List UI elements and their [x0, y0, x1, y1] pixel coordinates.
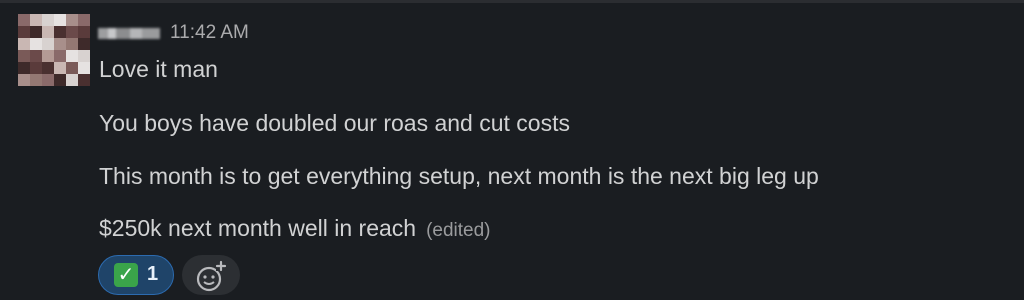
avatar-pixel [30, 14, 42, 26]
avatar-pixel [78, 62, 90, 74]
name-blur-block [142, 28, 160, 39]
avatar-pixel [78, 14, 90, 26]
reaction-check-button[interactable]: ✓ 1 [98, 255, 174, 295]
avatar-pixel [78, 50, 90, 62]
avatar-pixel [42, 74, 54, 86]
avatar-pixel [30, 26, 42, 38]
avatar-pixel [66, 74, 78, 86]
avatar-pixel [42, 38, 54, 50]
avatar-pixel [30, 38, 42, 50]
top-divider [0, 0, 1024, 3]
avatar-pixel [78, 74, 90, 86]
avatar-pixel [18, 74, 30, 86]
message-line-last: $250k next month well in reach (edited) [99, 215, 491, 242]
message-line: This month is to get everything setup, n… [99, 163, 819, 189]
avatar-pixel [18, 38, 30, 50]
avatar[interactable] [18, 14, 90, 86]
avatar-pixel [54, 50, 66, 62]
name-blur-block [98, 28, 108, 39]
avatar-pixel [18, 50, 30, 62]
avatar-pixel [42, 26, 54, 38]
avatar-pixel [42, 50, 54, 62]
avatar-pixel [18, 26, 30, 38]
avatar-pixel [30, 50, 42, 62]
avatar-pixel [66, 14, 78, 26]
avatar-pixel [54, 26, 66, 38]
avatar-pixel [78, 38, 90, 50]
avatar-pixel [18, 14, 30, 26]
message-timestamp[interactable]: 11:42 AM [170, 22, 249, 44]
avatar-pixel [54, 62, 66, 74]
avatar-pixel [66, 62, 78, 74]
avatar-pixel [42, 62, 54, 74]
name-blur-block [108, 28, 116, 39]
message-line: Love it man [99, 56, 218, 82]
add-emoji-icon [196, 260, 227, 292]
check-mark-emoji-icon: ✓ [114, 263, 138, 287]
reaction-count: 1 [147, 263, 159, 285]
avatar-pixel [30, 74, 42, 86]
sender-name-redacted[interactable] [98, 25, 160, 42]
avatar-pixel [54, 74, 66, 86]
avatar-pixel [66, 38, 78, 50]
avatar-pixel [30, 62, 42, 74]
name-blur-block [130, 28, 142, 39]
edited-label: (edited) [426, 220, 491, 241]
name-blur-block [116, 28, 130, 39]
avatar-pixel [42, 14, 54, 26]
add-reaction-button[interactable] [182, 255, 240, 295]
avatar-pixel [18, 62, 30, 74]
avatar-pixel [78, 26, 90, 38]
avatar-pixel [66, 26, 78, 38]
avatar-pixel [54, 14, 66, 26]
message-line: You boys have doubled our roas and cut c… [99, 110, 570, 136]
avatar-pixel [66, 50, 78, 62]
avatar-pixel [54, 38, 66, 50]
message-text: $250k next month well in reach [99, 215, 417, 241]
